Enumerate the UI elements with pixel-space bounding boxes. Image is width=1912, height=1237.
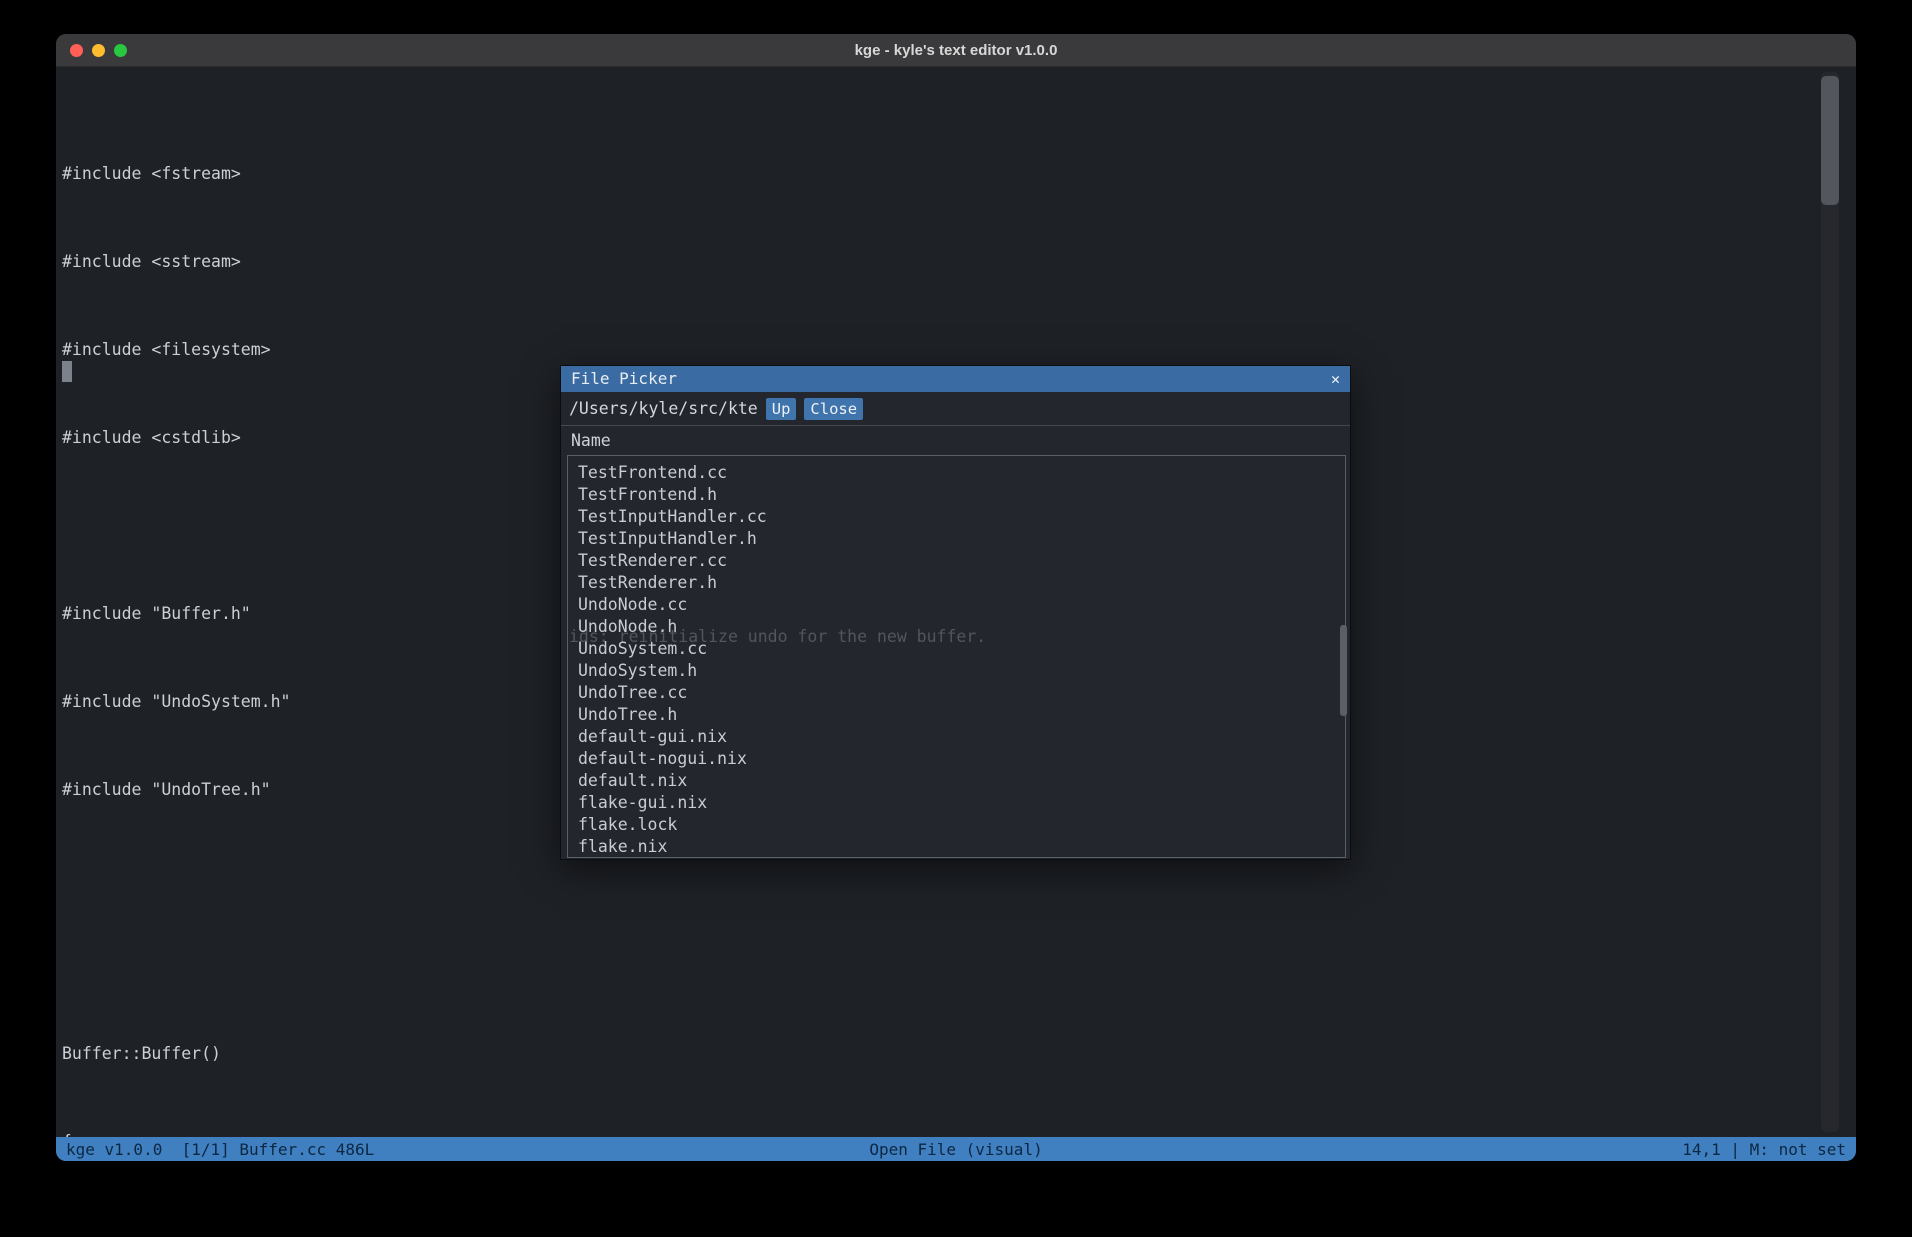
file-name: UndoSystem.cc	[578, 639, 707, 658]
path-row: /Users/kyle/src/kte Up Close	[561, 392, 1350, 426]
close-button[interactable]: Close	[804, 398, 863, 420]
current-path: /Users/kyle/src/kte	[569, 398, 758, 420]
file-list-item[interactable]: TestRenderer.cc	[568, 550, 1345, 572]
code-line-text: {	[62, 1132, 72, 1137]
file-name: UndoNode.h	[578, 617, 677, 636]
file-picker-dialog: File Picker ✕ /Users/kyle/src/kte Up Clo…	[560, 365, 1351, 860]
text-cursor	[62, 361, 72, 382]
status-mode: Open File (visual)	[869, 1140, 1042, 1159]
file-list-item[interactable]: TestRenderer.h	[568, 572, 1345, 594]
up-button[interactable]: Up	[766, 398, 797, 420]
code-line[interactable]: #include <fstream>	[62, 163, 757, 185]
file-list-item[interactable]: default-nogui.nix	[568, 748, 1345, 770]
file-name: UndoTree.cc	[578, 683, 687, 702]
code-line[interactable]: Buffer::Buffer()	[62, 1043, 757, 1065]
code-line-text: #include <filesystem>	[62, 340, 271, 359]
code-line[interactable]: {	[62, 1131, 757, 1137]
file-list-item[interactable]: UndoTree.cc	[568, 682, 1345, 704]
file-name: default-nogui.nix	[578, 749, 747, 768]
file-list-item[interactable]: UndoSystem.cc	[568, 638, 1345, 660]
minimize-window-button[interactable]	[92, 44, 105, 57]
close-window-button[interactable]	[70, 44, 83, 57]
file-list-item[interactable]: default-gui.nix	[568, 726, 1345, 748]
editor-scrollbar-thumb[interactable]	[1821, 76, 1839, 205]
traffic-lights	[70, 34, 127, 66]
code-line-text: #include "Buffer.h"	[62, 604, 251, 623]
file-name: default.nix	[578, 771, 687, 790]
editor-window: kge - kyle's text editor v1.0.0 #include…	[56, 34, 1856, 1161]
file-name: flake-gui.nix	[578, 793, 707, 812]
file-list-item[interactable]: TestInputHandler.h	[568, 528, 1345, 550]
status-left: kge v1.0.0 [1/1] Buffer.cc 486L	[66, 1140, 869, 1159]
code-line[interactable]: #include <sstream>	[62, 251, 757, 273]
dialog-close-icon[interactable]: ✕	[1331, 368, 1340, 390]
code-line[interactable]	[62, 867, 757, 889]
file-list-item[interactable]: flake-gui.nix	[568, 792, 1345, 814]
file-list-item[interactable]: flake.lock	[568, 814, 1345, 836]
file-list-item[interactable]: UndoNode.h	[568, 616, 1345, 638]
window-title: kge - kyle's text editor v1.0.0	[855, 42, 1058, 59]
editor-area[interactable]: #include <fstream> #include <sstream> #i…	[56, 67, 1856, 1137]
file-name: TestInputHandler.cc	[578, 507, 767, 526]
code-line-text: #include "UndoSystem.h"	[62, 692, 290, 711]
file-picker-titlebar[interactable]: File Picker ✕	[561, 366, 1350, 392]
editor-scrollbar[interactable]	[1821, 72, 1839, 1132]
file-list-item[interactable]: TestFrontend.h	[568, 484, 1345, 506]
file-list-item[interactable]: TestFrontend.cc	[568, 462, 1345, 484]
code-line[interactable]: #include <filesystem>	[62, 339, 757, 361]
file-list-item[interactable]: UndoTree.h	[568, 704, 1345, 726]
code-line-text: #include <sstream>	[62, 252, 241, 271]
desktop-background: kge - kyle's text editor v1.0.0 #include…	[0, 0, 1912, 1237]
file-list-scrollbar-thumb[interactable]	[1340, 625, 1347, 716]
code-line-text: Buffer::Buffer()	[62, 1044, 221, 1063]
file-name: TestRenderer.h	[578, 573, 717, 592]
file-picker-title: File Picker	[571, 368, 677, 390]
file-list-item[interactable]: flake.nix	[568, 836, 1345, 858]
code-line-text: #include "UndoTree.h"	[62, 780, 271, 799]
file-list-item[interactable]: UndoSystem.h	[568, 660, 1345, 682]
file-name: flake.lock	[578, 815, 677, 834]
file-name: TestRenderer.cc	[578, 551, 727, 570]
window-titlebar[interactable]: kge - kyle's text editor v1.0.0	[56, 34, 1856, 67]
column-header-name: Name	[561, 426, 1350, 454]
file-name: UndoTree.h	[578, 705, 677, 724]
file-list-item[interactable]: default.nix	[568, 770, 1345, 792]
file-name: TestFrontend.h	[578, 485, 717, 504]
file-name: TestInputHandler.h	[578, 529, 757, 548]
code-line[interactable]	[62, 955, 757, 977]
status-bar: kge v1.0.0 [1/1] Buffer.cc 486L Open Fil…	[56, 1137, 1856, 1161]
file-list[interactable]: TestFrontend.cc TestFrontend.h TestInput…	[567, 455, 1346, 858]
file-name: flake.nix	[578, 837, 667, 856]
file-name: UndoNode.cc	[578, 595, 687, 614]
code-line-text: #include <cstdlib>	[62, 428, 241, 447]
file-name: UndoSystem.h	[578, 661, 697, 680]
file-name: default-gui.nix	[578, 727, 727, 746]
file-name: TestFrontend.cc	[578, 463, 727, 482]
file-list-item[interactable]: UndoNode.cc	[568, 594, 1345, 616]
status-cursor-position: 14,1 | M: not set	[1043, 1140, 1846, 1159]
code-line-text: #include <fstream>	[62, 164, 241, 183]
file-list-item[interactable]: TestInputHandler.cc	[568, 506, 1345, 528]
zoom-window-button[interactable]	[114, 44, 127, 57]
